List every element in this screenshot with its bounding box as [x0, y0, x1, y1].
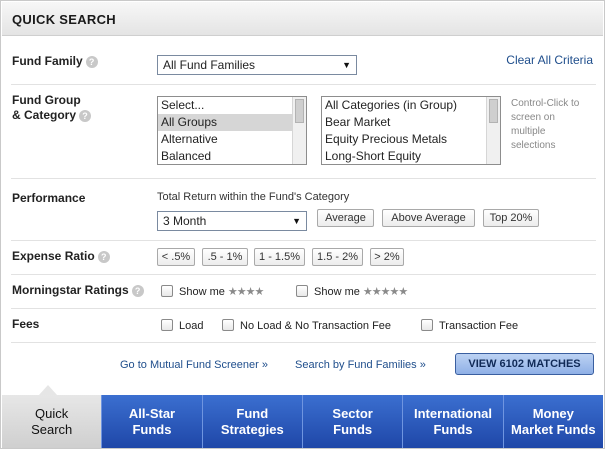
tab-label-line2: Strategies: [220, 421, 284, 437]
fund-family-label: Fund Family?: [12, 54, 98, 69]
tab-international-funds[interactable]: International Funds: [402, 395, 503, 448]
ratings-four-star-option[interactable]: Show me ★★★★: [161, 285, 264, 299]
fund-group-label-line2: & Category: [12, 108, 77, 122]
fund-group-option-selected[interactable]: All Groups: [158, 114, 306, 131]
category-option[interactable]: Bear Market: [322, 114, 500, 131]
expense-ratio-label: Expense Ratio?: [12, 249, 110, 264]
dropdown-arrow-icon: ▼: [342, 60, 351, 70]
panel-title: QUICK SEARCH: [12, 12, 116, 27]
scrollbar[interactable]: [486, 97, 500, 164]
ratings-five-star-option[interactable]: Show me ★★★★★: [296, 285, 408, 299]
five-stars-icon: ★★★★★: [362, 286, 408, 298]
tab-label-line2: Funds: [333, 421, 373, 437]
multi-select-hint: Control-Click to screen on multiple sele…: [511, 98, 580, 151]
help-icon[interactable]: ?: [85, 55, 98, 68]
divider: [11, 308, 596, 309]
panel-header: QUICK SEARCH: [2, 2, 603, 36]
bottom-tab-bar: Quick Search All-Star Funds Fund Strategies…: [2, 395, 603, 448]
active-tab-pointer: [39, 385, 57, 395]
ratings-label: Morningstar Ratings?: [12, 283, 144, 298]
performance-subtext: Total Return within the Fund's Category: [157, 191, 350, 203]
performance-selected-value: 3 Month: [163, 214, 207, 228]
clear-all-criteria-link[interactable]: Clear All Criteria: [506, 53, 593, 67]
category-option[interactable]: Equity Precious Metals: [322, 131, 500, 148]
tab-label-line1: All-Star: [128, 405, 176, 421]
fees-option-text: Transaction Fee: [439, 320, 519, 332]
expense-under-0-5-button[interactable]: < .5%: [157, 248, 195, 266]
fund-group-option[interactable]: Balanced: [158, 148, 306, 164]
expense-ratio-label-text: Expense Ratio: [12, 249, 95, 263]
divider: [11, 342, 596, 343]
tab-money-market-funds[interactable]: Money Market Funds: [502, 395, 603, 448]
tab-label-line1: International: [413, 405, 492, 421]
scrollbar-thumb[interactable]: [489, 99, 498, 123]
ratings-option-text: Show me: [314, 286, 360, 298]
tab-label-line1: Fund: [236, 405, 269, 421]
scrollbar-thumb[interactable]: [295, 99, 304, 123]
tab-label-line2: Funds: [433, 421, 473, 437]
four-stars-icon: ★★★★: [227, 286, 264, 298]
fund-family-label-text: Fund Family: [12, 54, 83, 68]
fees-no-load-option[interactable]: No Load & No Transaction Fee: [222, 319, 391, 333]
fund-group-option[interactable]: Alternative: [158, 131, 306, 148]
checkbox[interactable]: [296, 285, 308, 297]
fees-option-text: No Load & No Transaction Fee: [240, 320, 392, 332]
performance-period-select[interactable]: 3 Month ▼: [157, 211, 307, 231]
tab-quick-search[interactable]: Quick Search: [2, 395, 102, 448]
performance-top-20-button[interactable]: Top 20%: [483, 209, 539, 227]
help-icon[interactable]: ?: [97, 250, 110, 263]
fees-transaction-fee-option[interactable]: Transaction Fee: [421, 319, 518, 333]
tab-sector-funds[interactable]: Sector Funds: [301, 395, 403, 448]
divider: [11, 274, 596, 275]
tab-fund-strategies[interactable]: Fund Strategies: [201, 395, 302, 448]
ratings-label-text: Morningstar Ratings: [12, 283, 129, 297]
expense-0-5-1-button[interactable]: .5 - 1%: [202, 248, 248, 266]
fund-family-selected-value: All Fund Families: [163, 58, 256, 72]
divider: [11, 240, 596, 241]
tab-label-line2: Funds: [132, 421, 172, 437]
fund-family-select[interactable]: All Fund Families ▼: [157, 55, 357, 75]
category-option[interactable]: All Categories (in Group): [322, 97, 500, 114]
performance-above-average-button[interactable]: Above Average: [382, 209, 475, 227]
help-icon[interactable]: ?: [79, 109, 92, 122]
fund-group-listbox[interactable]: Select... All Groups Alternative Balance…: [157, 96, 307, 165]
category-listbox[interactable]: All Categories (in Group) Bear Market Eq…: [321, 96, 501, 165]
tab-all-star-funds[interactable]: All-Star Funds: [101, 395, 202, 448]
fees-option-text: Load: [179, 320, 204, 332]
checkbox[interactable]: [161, 319, 173, 331]
tab-label-line1: Sector: [332, 405, 373, 421]
fund-families-search-link[interactable]: Search by Fund Families »: [295, 359, 426, 371]
checkbox[interactable]: [161, 285, 173, 297]
performance-average-button[interactable]: Average: [317, 209, 374, 227]
checkbox[interactable]: [421, 319, 433, 331]
tab-label-line1: Money: [532, 405, 574, 421]
expense-1-5-2-button[interactable]: 1.5 - 2%: [312, 248, 363, 266]
expense-1-1-5-button[interactable]: 1 - 1.5%: [254, 248, 305, 266]
help-icon[interactable]: ?: [131, 284, 144, 297]
fund-group-label: Fund Group & Category?: [12, 93, 92, 123]
tab-label-line2: Search: [31, 421, 73, 437]
ratings-option-text: Show me: [179, 286, 225, 298]
performance-label: Performance: [12, 191, 86, 205]
mutual-fund-screener-link[interactable]: Go to Mutual Fund Screener »: [120, 359, 268, 371]
fund-group-label-line1: Fund Group: [12, 93, 81, 107]
fees-load-option[interactable]: Load: [161, 319, 203, 333]
tab-label-line1: Quick: [35, 405, 69, 421]
quick-search-panel: QUICK SEARCH Fund Family? All Fund Famil…: [0, 0, 605, 449]
divider: [11, 84, 596, 85]
dropdown-arrow-icon: ▼: [292, 216, 301, 226]
divider: [11, 178, 596, 179]
category-option[interactable]: Long-Short Equity: [322, 148, 500, 164]
expense-over-2-button[interactable]: > 2%: [370, 248, 404, 266]
view-matches-button[interactable]: VIEW 6102 MATCHES: [455, 353, 594, 375]
fund-group-option[interactable]: Select...: [158, 97, 306, 114]
tab-label-line2: Market Funds: [511, 421, 596, 437]
fees-label: Fees: [12, 317, 40, 331]
scrollbar[interactable]: [292, 97, 306, 164]
checkbox[interactable]: [222, 319, 234, 331]
